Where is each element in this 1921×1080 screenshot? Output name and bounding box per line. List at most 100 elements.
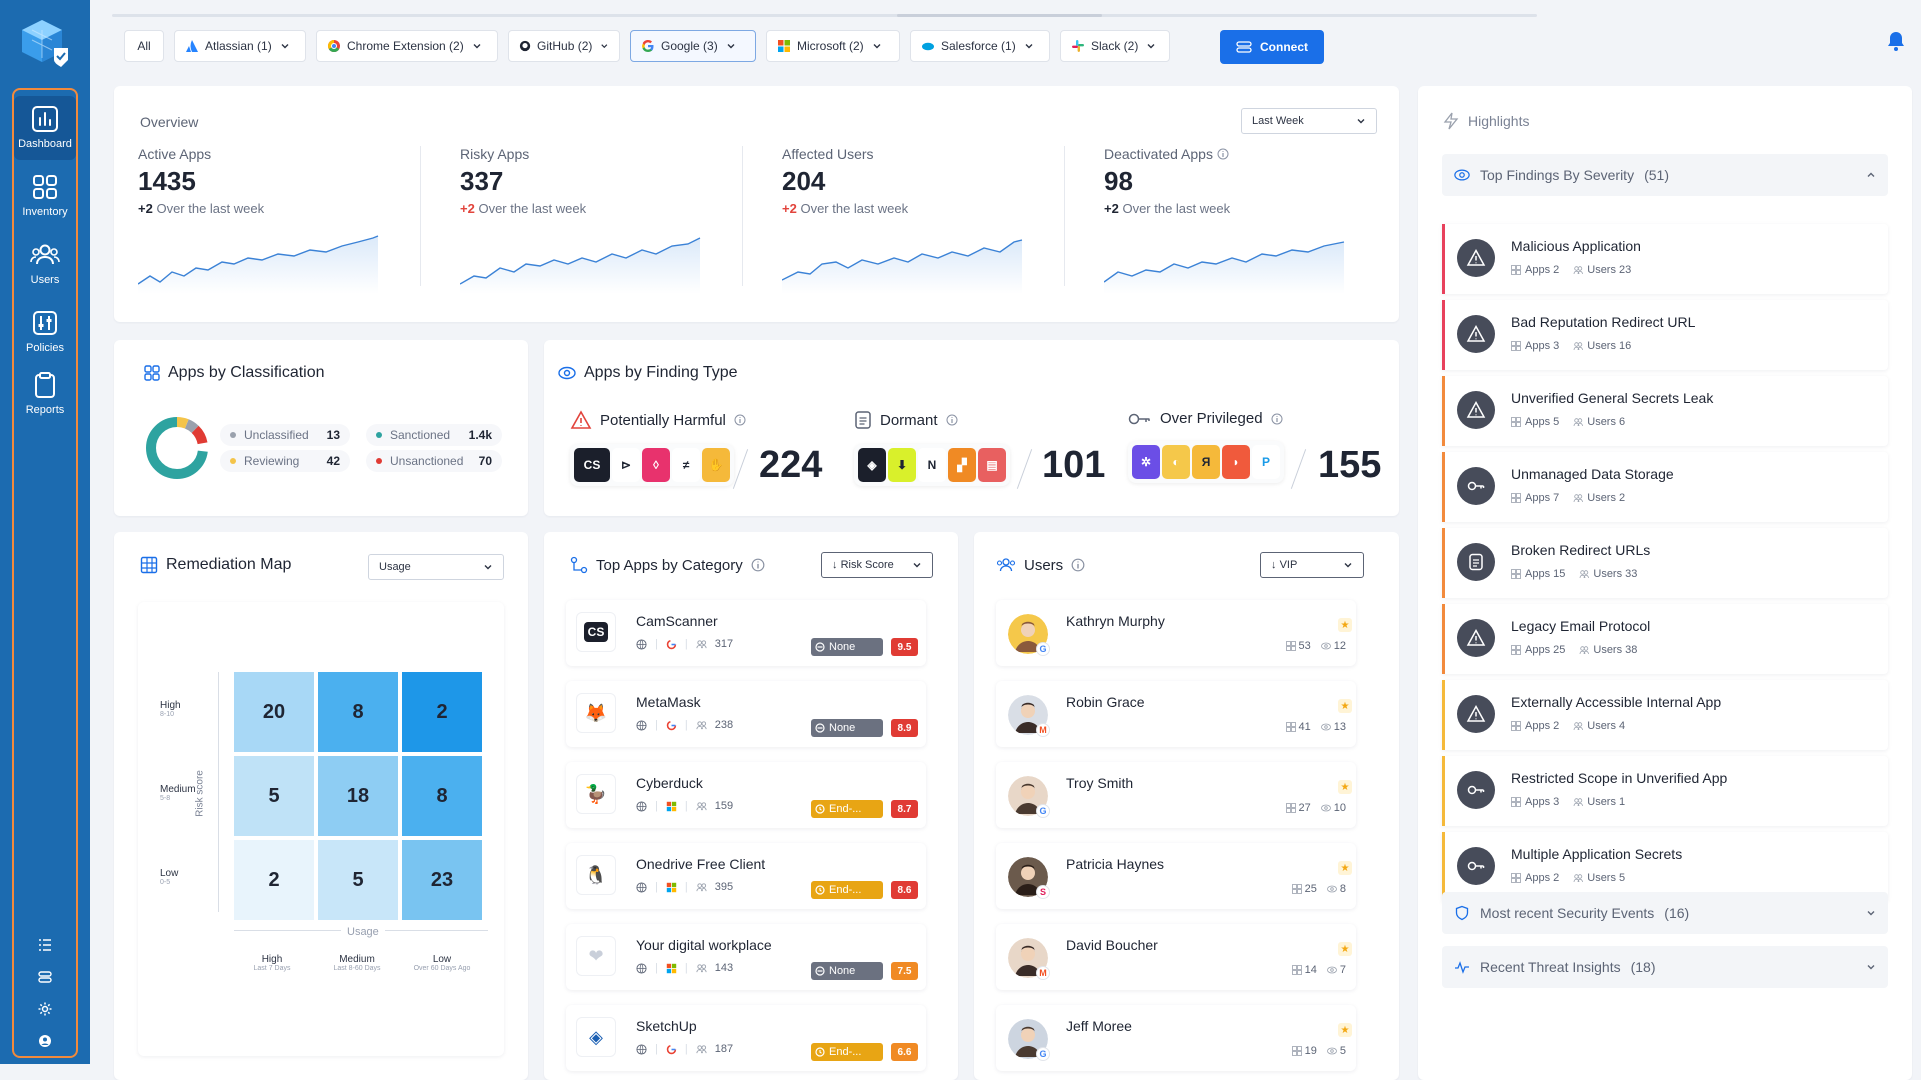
- integrations-icon[interactable]: [34, 966, 56, 988]
- finding-item[interactable]: Malicious Application Apps 2 Users 23: [1442, 224, 1888, 294]
- filter-chip-chrome[interactable]: Chrome Extension (2): [316, 30, 498, 62]
- heatmap-cell[interactable]: 2: [402, 672, 482, 752]
- app-status-badge[interactable]: End-...: [811, 800, 883, 818]
- filter-chip-microsoft[interactable]: Microsoft (2): [766, 30, 900, 62]
- user-findings-count: 7: [1339, 964, 1346, 976]
- finding-group-over-privileged[interactable]: Over Privileged ✲ ◐ Я ◗ P: [1128, 410, 1284, 483]
- app-status-text: End-...: [829, 884, 862, 896]
- threat-insights-toggle[interactable]: Recent Threat Insights (18): [1442, 946, 1888, 988]
- legend-sanctioned[interactable]: Sanctioned 1.4k: [366, 424, 502, 446]
- app-status-badge[interactable]: None: [811, 962, 883, 980]
- settings-icon[interactable]: [34, 998, 56, 1020]
- top-scroll-thumb[interactable]: [897, 14, 1102, 17]
- app-row[interactable]: CS CamScanner | | 317 None 9.5: [566, 600, 926, 666]
- app-logo: P: [1252, 445, 1280, 479]
- stat-risky-apps[interactable]: Risky Apps 337 +2 Over the last week: [460, 146, 710, 296]
- legend-reviewing[interactable]: Reviewing 42: [220, 450, 350, 472]
- connect-button[interactable]: Connect: [1220, 30, 1324, 64]
- legend-unsanctioned[interactable]: Unsanctioned 70: [366, 450, 502, 472]
- app-row[interactable]: ◈ SketchUp | | 187 End-... 6.6: [566, 1005, 926, 1071]
- risk-score-badge: 8.7: [891, 800, 918, 818]
- info-icon[interactable]: [1217, 148, 1229, 160]
- heatmap-cell[interactable]: 23: [402, 840, 482, 920]
- security-events-toggle[interactable]: Most recent Security Events (16): [1442, 892, 1888, 934]
- heatmap-cell[interactable]: 18: [318, 756, 398, 836]
- finding-item[interactable]: Externally Accessible Internal App Apps 2…: [1442, 680, 1888, 750]
- app-logo: ⬇: [888, 448, 916, 482]
- classification-donut[interactable]: [144, 415, 210, 481]
- filter-chip-label: Microsoft (2): [797, 39, 864, 53]
- period-select[interactable]: Last Week: [1241, 108, 1377, 134]
- user-row[interactable]: M Robin Grace ★ 41 13: [996, 681, 1356, 747]
- heatmap-cell[interactable]: 5: [234, 756, 314, 836]
- filter-chip-salesforce[interactable]: Salesforce (1): [910, 30, 1050, 62]
- finding-item[interactable]: Restricted Scope in Unverified App Apps 3…: [1442, 756, 1888, 826]
- finding-item[interactable]: Legacy Email Protocol Apps 25 Users 38: [1442, 604, 1888, 674]
- eye-icon: [1320, 642, 1331, 650]
- user-row[interactable]: G Kathryn Murphy ★ 53 12: [996, 600, 1356, 666]
- sparkline-area: [460, 238, 700, 294]
- cyberduck-logo: 🦆: [576, 774, 616, 814]
- threat-insights-count: (18): [1630, 959, 1656, 975]
- finding-group-label: Over Privileged: [1160, 410, 1263, 427]
- app-status-badge[interactable]: None: [811, 638, 883, 656]
- top-findings-toggle[interactable]: Top Findings By Severity (51): [1442, 154, 1888, 196]
- sidebar-item-reports[interactable]: Reports: [14, 362, 76, 426]
- filter-chip-atlassian[interactable]: Atlassian (1): [174, 30, 306, 62]
- finding-group-potentially-harmful[interactable]: Potentially Harmful CS ⊳ ◊ ≠ ✋: [570, 410, 746, 486]
- user-row[interactable]: S Patricia Haynes ★ 25 8: [996, 843, 1356, 909]
- finding-item[interactable]: Broken Redirect URLs Apps 15 Users 33: [1442, 528, 1888, 598]
- finding-item[interactable]: Unverified General Secrets Leak Apps 5 Use…: [1442, 376, 1888, 446]
- info-icon[interactable]: [946, 414, 958, 426]
- app-status-text: None: [829, 722, 856, 734]
- app-row[interactable]: 🐧 Onedrive Free Client | | 395 End-... 8.6: [566, 843, 926, 909]
- separator: |: [655, 719, 658, 731]
- stat-affected-users[interactable]: Affected Users 204 +2 Over the last week: [782, 146, 1032, 296]
- heatmap-cell[interactable]: 8: [402, 756, 482, 836]
- vip-filter[interactable]: ↓ VIP: [1260, 552, 1364, 578]
- sidebar-item-inventory[interactable]: Inventory: [14, 164, 76, 228]
- heatmap-cell[interactable]: 2: [234, 840, 314, 920]
- info-icon[interactable]: [734, 414, 746, 426]
- user-row[interactable]: G Jeff Moree ★ 19 5: [996, 1005, 1356, 1071]
- info-icon[interactable]: [1271, 413, 1283, 425]
- app-row[interactable]: 🦆 Cyberduck | | 159 End-... 8.7: [566, 762, 926, 828]
- legend-unclassified[interactable]: Unclassified 13: [220, 424, 350, 446]
- filter-chip-slack[interactable]: Slack (2): [1060, 30, 1170, 62]
- risk-label-low: Low 0-5: [160, 868, 178, 886]
- sidebar-item-dashboard[interactable]: Dashboard: [14, 96, 76, 160]
- stat-deactivated-apps[interactable]: Deactivated Apps 98 +2 Over the last wee…: [1104, 146, 1354, 296]
- filter-all-chip[interactable]: All: [124, 30, 164, 62]
- heatmap-cell[interactable]: 20: [234, 672, 314, 752]
- finding-group-dormant[interactable]: Dormant ◈ ⬇ N ▞ ▤: [854, 410, 1010, 486]
- sidebar-item-users[interactable]: Users: [14, 232, 76, 296]
- finding-item[interactable]: Unmanaged Data Storage Apps 7 Users 2: [1442, 452, 1888, 522]
- heatmap-cell[interactable]: 8: [318, 672, 398, 752]
- finding-app-logos: ◈ ⬇ N ▞ ▤: [854, 444, 1010, 486]
- sidebar-item-policies[interactable]: Policies: [14, 300, 76, 364]
- notification-bell-icon[interactable]: [1885, 30, 1907, 52]
- stat-delta: +2 Over the last week: [138, 201, 388, 216]
- stat-active-apps[interactable]: Active Apps 1435 +2 Over the last week: [138, 146, 388, 296]
- app-status-badge[interactable]: End-...: [811, 881, 883, 899]
- finding-item[interactable]: Bad Reputation Redirect URL Apps 3 Users 1…: [1442, 300, 1888, 370]
- info-icon[interactable]: [751, 558, 765, 572]
- slack-icon: [1072, 40, 1084, 52]
- app-name: MetaMask: [636, 694, 701, 710]
- app-row[interactable]: 🦊 MetaMask | | 238 None 8.9: [566, 681, 926, 747]
- remediation-select[interactable]: Usage: [368, 554, 504, 580]
- user-name: Kathryn Murphy: [1066, 613, 1165, 629]
- heatmap-cell[interactable]: 5: [318, 840, 398, 920]
- list-icon[interactable]: [34, 934, 56, 956]
- app-status-badge[interactable]: End-...: [811, 1043, 883, 1061]
- info-icon[interactable]: [1071, 558, 1085, 572]
- filter-chip-github[interactable]: GitHub (2): [508, 30, 620, 62]
- risk-score-sort[interactable]: ↓ Risk Score: [821, 552, 933, 578]
- user-row[interactable]: G Troy Smith ★ 27 10: [996, 762, 1356, 828]
- top-apps-header: Top Apps by Category: [570, 556, 765, 574]
- user-row[interactable]: M David Boucher ★ 14 7: [996, 924, 1356, 990]
- app-status-badge[interactable]: None: [811, 719, 883, 737]
- filter-chip-google[interactable]: Google (3): [630, 30, 756, 62]
- app-row[interactable]: ❤ Your digital workplace | | 143 None 7.5: [566, 924, 926, 990]
- profile-icon[interactable]: [34, 1030, 56, 1052]
